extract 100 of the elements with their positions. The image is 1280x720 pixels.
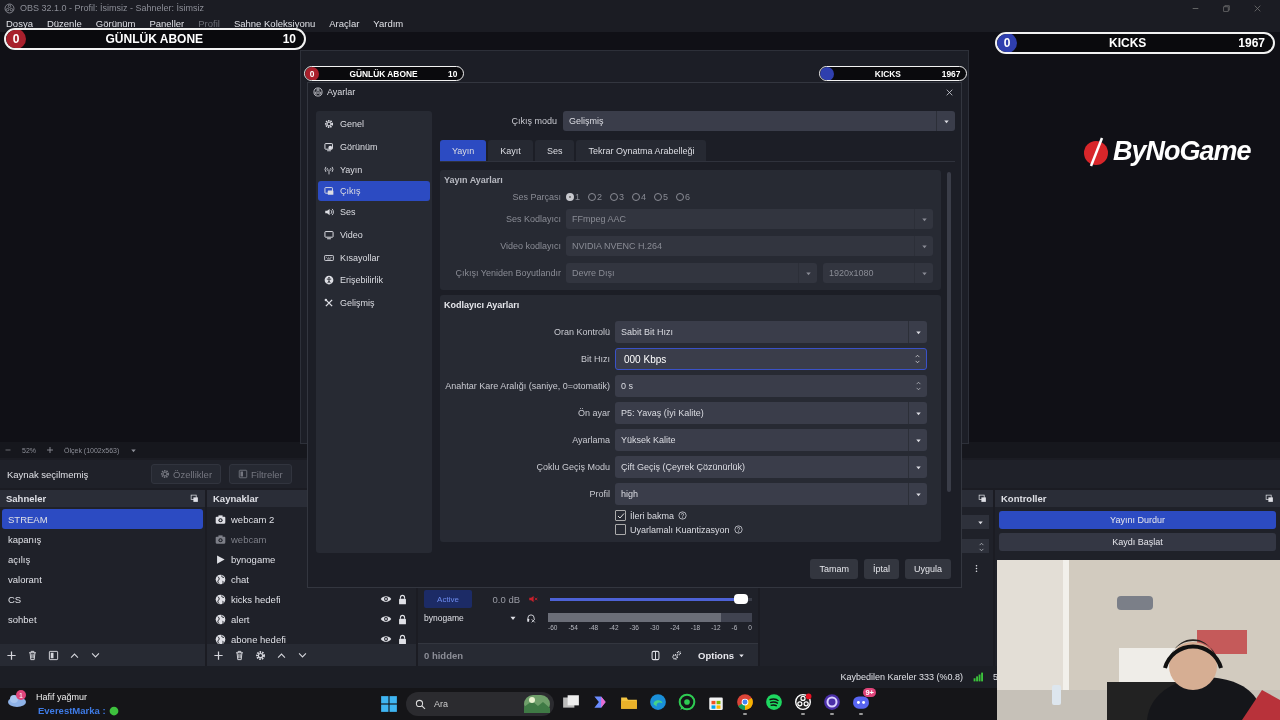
field-label: Ses Parçası — [511, 192, 561, 202]
edge-icon[interactable] — [649, 693, 667, 711]
output-mode-select[interactable]: Gelişmiş — [563, 111, 955, 131]
whatsapp-icon[interactable] — [678, 693, 696, 711]
eye-icon[interactable] — [380, 613, 392, 625]
checkbox[interactable] — [615, 510, 626, 521]
scene-item[interactable]: sohbet — [2, 609, 203, 629]
menu-item[interactable]: Düzenle — [46, 18, 82, 29]
help-icon[interactable] — [733, 525, 743, 534]
logo-text: ByNoGame — [1113, 136, 1251, 167]
select-field[interactable]: Sabit Bit Hızı — [615, 321, 927, 343]
tab[interactable]: Tekrar Oynatma Arabelleği — [576, 140, 707, 161]
field-label: Çıkışı Yeniden Boyutlandır — [454, 268, 561, 278]
source-item[interactable]: alert — [209, 609, 414, 629]
eye-icon[interactable] — [380, 593, 392, 605]
help-icon[interactable] — [678, 511, 687, 520]
source-item[interactable]: webcam 2 — [209, 509, 414, 529]
float-icon[interactable] — [978, 494, 987, 503]
settings-nav-item[interactable]: Ses — [318, 201, 430, 224]
widget-landscape-icon[interactable] — [524, 695, 550, 713]
select-field[interactable]: high — [615, 483, 927, 505]
menu-item[interactable]: Araçlar — [329, 18, 360, 29]
source-item[interactable]: bynogame — [209, 549, 414, 569]
active-button[interactable]: Active — [424, 590, 472, 608]
ring-icon[interactable] — [823, 693, 841, 711]
source-item[interactable]: abone hedefi — [209, 629, 414, 644]
scene-item[interactable]: kapanış — [2, 529, 203, 549]
settings-nav-item[interactable]: Çıkış — [318, 181, 430, 202]
task-view-icon[interactable] — [562, 693, 580, 711]
delete-icon[interactable] — [234, 649, 245, 661]
menu-item[interactable]: Paneller — [149, 18, 185, 29]
tab[interactable]: Yayın — [440, 140, 487, 161]
float-icon[interactable] — [190, 494, 199, 503]
source-item[interactable]: kicks hedefi — [209, 589, 414, 609]
pause-icon[interactable] — [650, 649, 662, 661]
scene-item[interactable]: CS — [2, 589, 203, 609]
obs-icon[interactable] — [794, 693, 812, 711]
stop-streaming-button[interactable]: Yayını Durdur — [999, 511, 1276, 529]
options-button[interactable]: Options — [692, 648, 752, 662]
discord-icon[interactable] — [852, 693, 870, 711]
lock-icon[interactable] — [397, 593, 408, 605]
scene-item[interactable]: açılış — [2, 549, 203, 569]
settings-icon[interactable] — [255, 649, 266, 661]
source-name: webcam 2 — [231, 513, 275, 525]
settings-nav-item[interactable]: Erişebilirlik — [318, 269, 430, 292]
windows-start-icon[interactable] — [380, 695, 398, 713]
start-recording-button[interactable]: Kaydı Başlat — [999, 533, 1276, 551]
menu-item[interactable]: Yardım — [373, 18, 404, 29]
settings-nav-item[interactable]: Görünüm — [318, 135, 430, 159]
menu-item[interactable]: Sahne Koleksiyonu — [233, 18, 316, 29]
gear-icon — [324, 119, 334, 130]
search-field[interactable]: Ara — [432, 698, 518, 710]
dialog-button[interactable]: Tamam — [810, 559, 858, 579]
advanced-settings-icon[interactable] — [671, 649, 683, 661]
dialog-button[interactable]: Uygula — [905, 559, 951, 579]
settings-nav-item[interactable]: Kısayollar — [318, 246, 430, 270]
chrome-icon[interactable] — [736, 693, 754, 711]
eye-icon[interactable] — [380, 633, 392, 644]
field-label: Çoklu Geçiş Modu — [535, 462, 610, 472]
add-icon[interactable] — [213, 649, 224, 661]
delete-icon[interactable] — [27, 649, 38, 661]
float-icon[interactable] — [1265, 494, 1274, 503]
scene-item[interactable]: valorant — [2, 569, 203, 589]
settings-nav-item[interactable]: Yayın — [318, 158, 430, 182]
group-title: Kodlayıcı Ayarları — [444, 300, 521, 310]
spin-up-icon[interactable] — [914, 380, 922, 386]
settings-nav-item[interactable]: Video — [318, 223, 430, 247]
counter-label: GÜNLÜK ABONE — [104, 32, 205, 46]
settings-nav-item[interactable]: Genel — [318, 113, 430, 136]
count-value: 0 — [1003, 36, 1011, 50]
spin-down-icon[interactable] — [914, 386, 922, 392]
checkbox[interactable] — [615, 524, 626, 535]
number-field[interactable]: 0 s — [615, 375, 927, 397]
tab[interactable]: Kayıt — [488, 140, 533, 161]
spin-down-icon[interactable] — [978, 547, 985, 553]
lock-icon[interactable] — [397, 613, 408, 625]
monitor-off-icon[interactable] — [526, 613, 536, 623]
restore-icon[interactable] — [1222, 3, 1231, 13]
select-field[interactable]: Çift Geçiş (Çeyrek Çözünürlük) — [615, 456, 927, 478]
dialog-button[interactable]: İptal — [863, 559, 899, 579]
menu-item[interactable]: Görünüm — [95, 18, 136, 29]
spin-up-icon[interactable] — [978, 541, 985, 547]
mute-icon[interactable] — [528, 594, 538, 604]
source-item[interactable]: chat — [209, 569, 414, 589]
zoom-in-icon[interactable] — [46, 446, 54, 454]
select-field[interactable]: Yüksek Kalite — [615, 429, 927, 451]
tools-icon — [324, 298, 334, 309]
add-icon[interactable] — [6, 649, 17, 661]
tab[interactable]: Ses — [534, 140, 575, 161]
source-name: alert — [231, 613, 250, 625]
menu-item[interactable]: Dosya — [6, 18, 33, 29]
spotify-icon[interactable] — [765, 693, 783, 711]
search-box[interactable]: Ara — [406, 692, 554, 716]
source-item[interactable]: webcam — [209, 529, 414, 549]
scene-item[interactable]: STREAM — [2, 509, 203, 529]
lock-icon[interactable] — [397, 633, 408, 644]
volume-slider-thumb[interactable] — [733, 593, 748, 604]
settings-nav-item[interactable]: Gelişmiş — [318, 291, 430, 315]
select-field[interactable]: P5: Yavaş (İyi Kalite) — [615, 402, 927, 424]
filter-icon[interactable] — [48, 649, 59, 661]
